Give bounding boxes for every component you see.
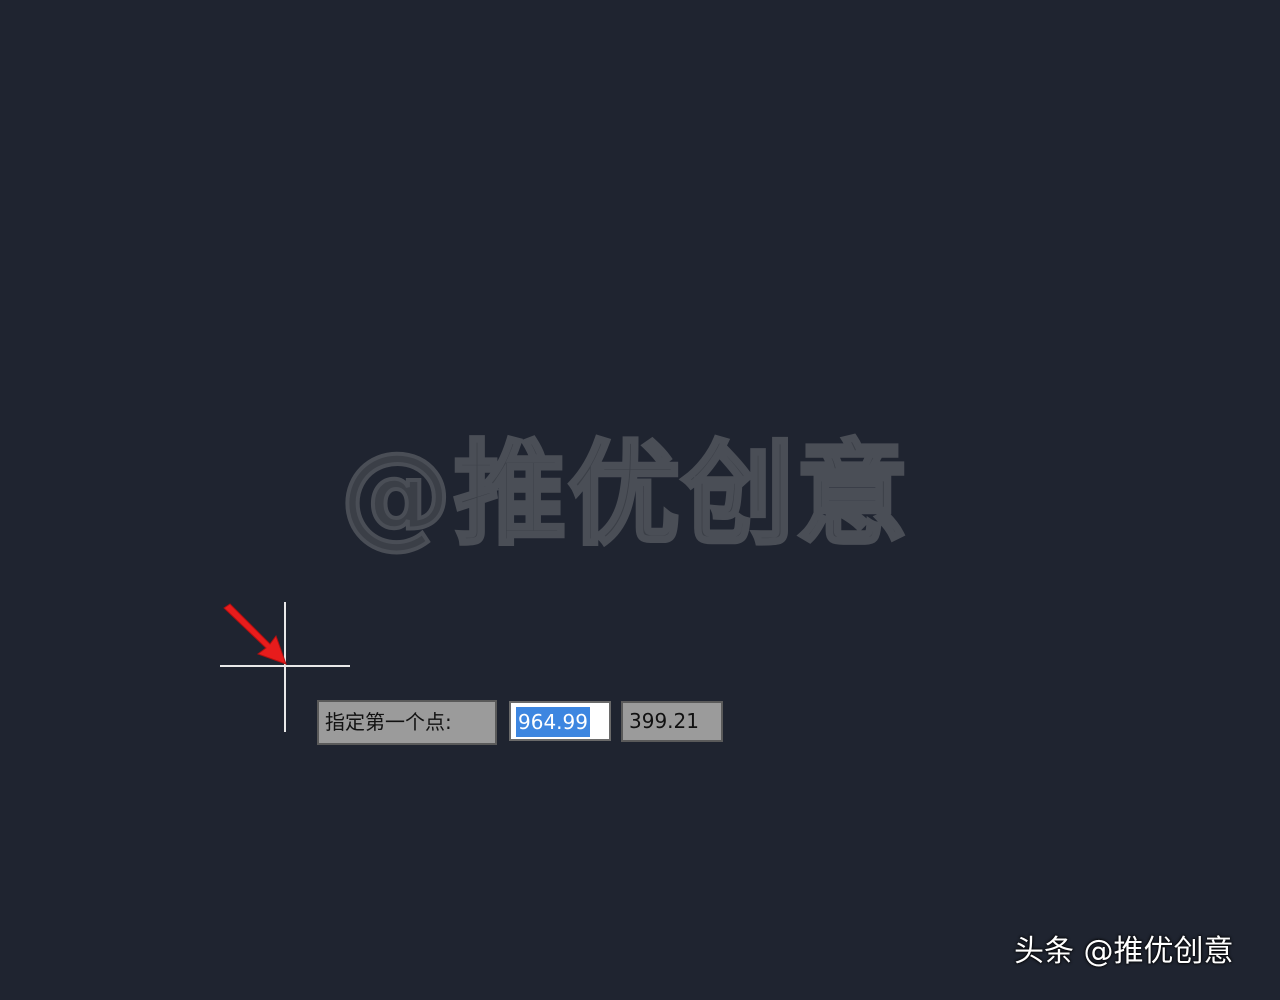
red-arrow-icon	[223, 603, 287, 665]
corner-watermark: 头条 @推优创意	[1014, 934, 1234, 969]
y-coordinate-input[interactable]: 399.21	[621, 701, 723, 742]
dynamic-input-prompt: 指定第一个点:	[317, 700, 497, 745]
x-coordinate-input[interactable]: 964.99	[509, 701, 611, 741]
drawing-canvas[interactable]: @推优创意 指定第一个点: 964.99 399.21 头条 @推优创意	[0, 0, 1280, 1000]
x-coordinate-value: 964.99	[516, 707, 590, 737]
center-watermark: @推优创意	[338, 428, 910, 562]
